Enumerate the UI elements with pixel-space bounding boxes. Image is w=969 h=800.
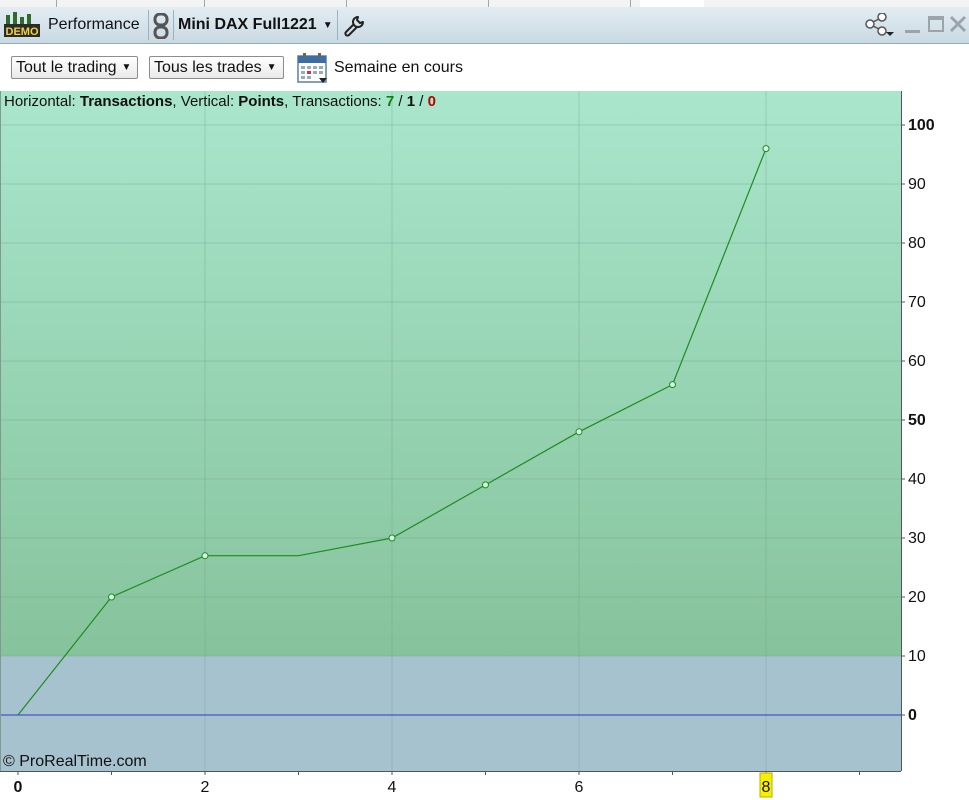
share-icon[interactable] — [864, 13, 898, 37]
trades-filter-label: Tous les trades — [154, 58, 262, 76]
vertical-value: Points — [238, 93, 285, 110]
window-title: Performance — [48, 16, 140, 33]
data-point[interactable] — [108, 593, 115, 601]
performance-chart: 0 10 20 30 40 50 60 70 80 90 100 02468 Horizontal:… — [0, 91, 969, 800]
y-tick-label: 90 — [908, 176, 926, 193]
svg-text:DEMO: DEMO — [6, 26, 39, 38]
strip-tab[interactable] — [346, 0, 489, 7]
divider — [148, 10, 149, 40]
x-tick-label: 0 — [14, 779, 23, 796]
demo-badge-icon: DEMO — [4, 12, 40, 38]
instrument-label: Mini DAX Full1221 — [178, 16, 317, 33]
transactions-label: Transactions: — [292, 93, 382, 110]
y-tick-label: 100 — [908, 117, 935, 134]
y-tick-label: 60 — [908, 353, 926, 370]
data-point[interactable] — [482, 481, 489, 489]
trading-filter-label: Tout le trading — [16, 58, 117, 76]
x-axis: 0 2 4 6 8 — [0, 771, 901, 800]
strip-tab[interactable] — [56, 0, 205, 7]
horizontal-label: Horizontal: — [4, 93, 76, 110]
x-tick-label: 2 — [201, 779, 210, 796]
data-point[interactable] — [669, 381, 676, 389]
y-tick-label: 70 — [908, 294, 926, 311]
y-tick-label: 10 — [908, 648, 926, 665]
minimize-icon[interactable] — [903, 13, 923, 37]
y-tick-label: 50 — [908, 412, 926, 429]
instrument-selector[interactable]: Mini DAX Full1221 ▼ — [178, 7, 333, 43]
trading-filter-dropdown[interactable]: Tout le trading ▼ — [11, 56, 138, 79]
filter-toolbar: Tout le trading ▼ Tous les trades ▼ Sema… — [0, 44, 969, 91]
link-chain-icon[interactable] — [152, 13, 170, 39]
vertical-label: Vertical: — [180, 93, 235, 110]
data-point[interactable] — [575, 428, 583, 436]
y-tick-label: 30 — [908, 530, 926, 547]
strip-tab[interactable] — [488, 0, 631, 7]
period-label: Semaine en cours — [334, 59, 463, 76]
window-titlebar: DEMO Performance Mini DAX Full1221 ▼ — [0, 7, 969, 44]
data-point[interactable] — [388, 534, 396, 542]
y-axis: 0 10 20 30 40 50 60 70 80 90 100 — [901, 91, 969, 800]
x-tick-label: 8 — [762, 779, 771, 796]
y-tick-label: 80 — [908, 235, 926, 252]
x-tick-label: 6 — [575, 779, 584, 796]
strip-field — [640, 0, 704, 7]
wrench-icon[interactable] — [343, 15, 365, 37]
y-axis-panel[interactable] — [901, 91, 969, 800]
divider — [337, 10, 338, 40]
data-point[interactable] — [762, 145, 770, 153]
horizontal-value: Transactions — [79, 93, 173, 110]
chevron-down-icon: ▼ — [322, 19, 333, 31]
chart-canvas[interactable]: 0102030405060708090100 02468 — [0, 91, 969, 800]
winning-count: 7 — [385, 93, 395, 110]
chevron-down-icon: ▼ — [121, 62, 132, 73]
maximize-icon[interactable] — [926, 13, 946, 37]
neutral-count: 1 — [406, 93, 416, 110]
data-point[interactable] — [201, 552, 209, 560]
calendar-icon[interactable] — [297, 52, 329, 84]
trades-filter-dropdown[interactable]: Tous les trades ▼ — [149, 56, 284, 79]
strip-tab[interactable] — [0, 0, 57, 7]
losing-count: 0 — [427, 93, 436, 110]
x-tick-label: 4 — [388, 779, 397, 796]
y-tick-label: 40 — [908, 471, 926, 488]
close-icon[interactable] — [948, 13, 968, 37]
divider — [173, 10, 174, 40]
copyright-text: © ProRealTime.com — [3, 753, 147, 770]
strip-tab[interactable] — [204, 0, 347, 7]
y-tick-label: 0 — [908, 707, 917, 724]
chart-info-line: Horizontal: Transactions, Vertical: Poin… — [4, 93, 436, 110]
y-tick-label: 20 — [908, 589, 926, 606]
chevron-down-icon: ▼ — [266, 62, 277, 73]
